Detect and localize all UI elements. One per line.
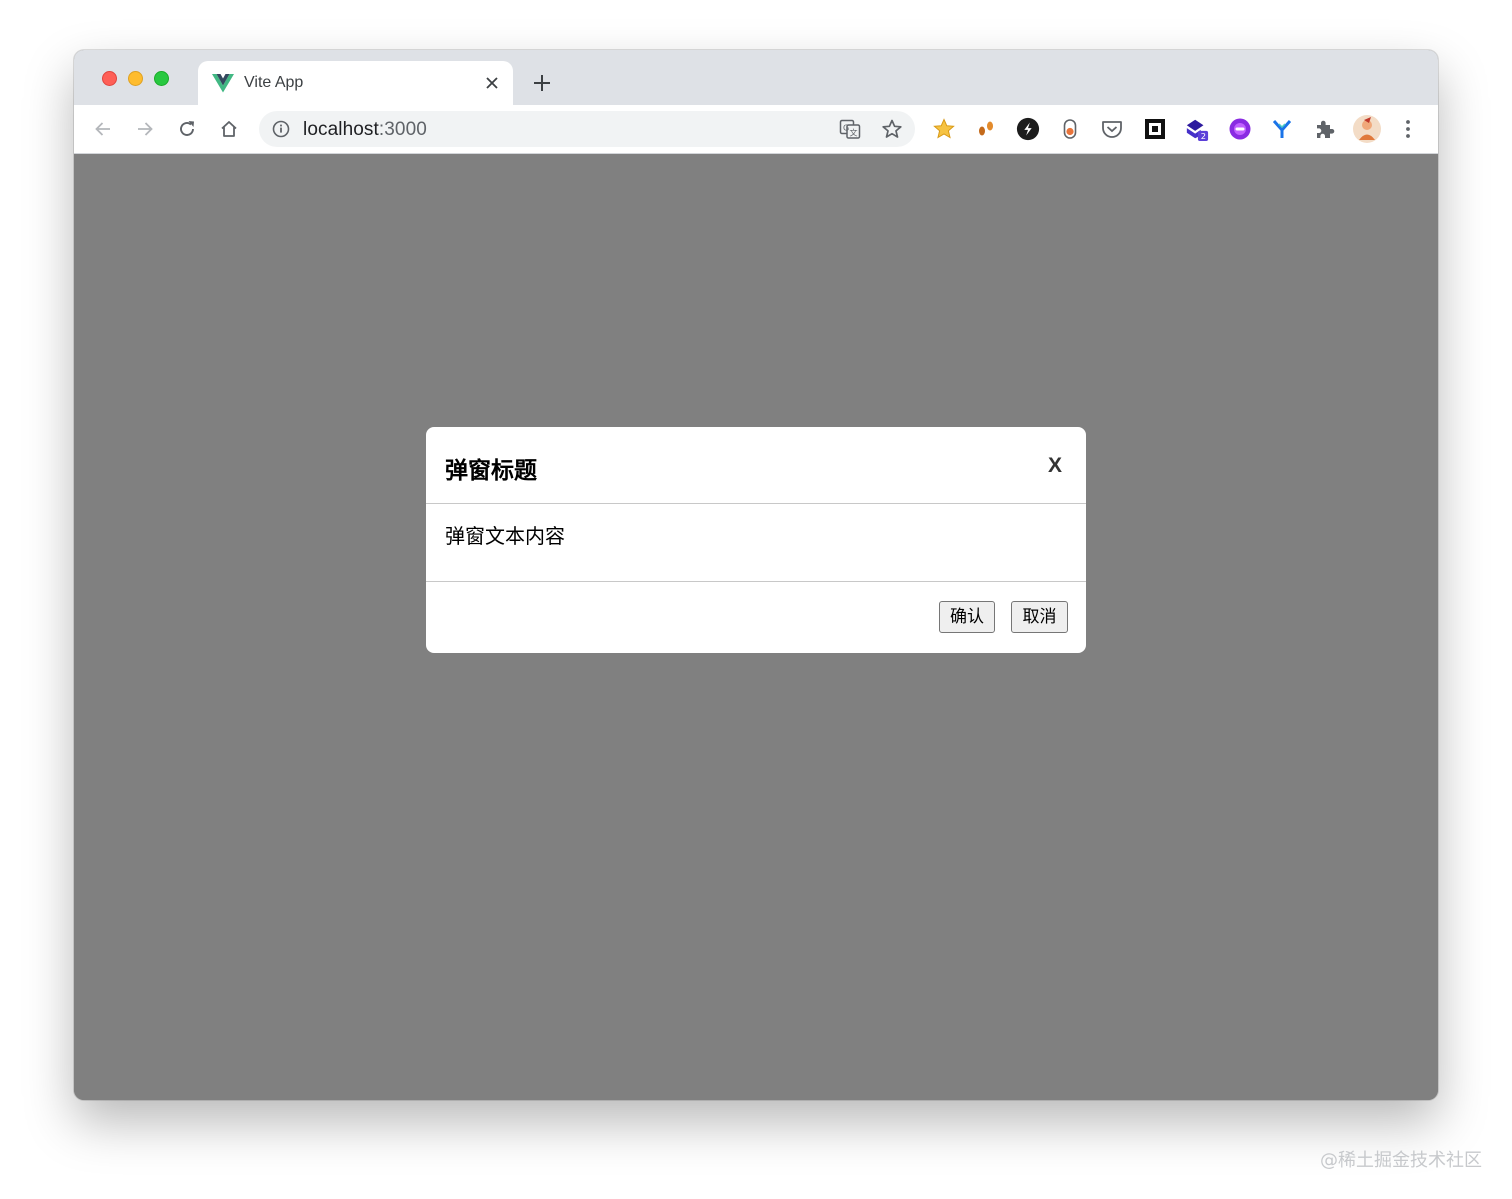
profile-avatar[interactable] [1352, 114, 1382, 144]
svg-text:G: G [843, 124, 849, 133]
tab-title: Vite App [244, 74, 304, 91]
dialog: 弹窗标题 X 弹窗文本内容 确认 取消 [426, 427, 1086, 653]
site-info-icon[interactable] [272, 120, 290, 138]
browser-toolbar: localhost:3000 G文 2 [74, 105, 1438, 154]
square-extension-icon[interactable] [1143, 117, 1167, 141]
page-overlay: 弹窗标题 X 弹窗文本内容 确认 取消 [74, 154, 1438, 1100]
back-icon[interactable] [90, 116, 116, 142]
tab-close-icon[interactable] [481, 72, 503, 94]
stack-extension-icon[interactable]: 2 [1185, 117, 1209, 141]
home-icon[interactable] [216, 116, 242, 142]
dialog-footer: 确认 取消 [426, 582, 1086, 653]
url-text: localhost:3000 [303, 119, 427, 141]
url-port: :3000 [378, 119, 427, 140]
bookmark-star-icon[interactable] [881, 118, 903, 140]
browser-window: Vite App localhost:3000 G文 2 弹窗标题 X 弹窗文本… [74, 50, 1438, 1100]
browser-menu-icon[interactable] [1396, 117, 1420, 141]
dialog-body: 弹窗文本内容 [426, 504, 1086, 582]
address-bar[interactable]: localhost:3000 G文 [259, 111, 915, 147]
confirm-button[interactable]: 确认 [939, 601, 995, 633]
reload-icon[interactable] [174, 116, 200, 142]
purple-circle-extension-icon[interactable] [1228, 117, 1252, 141]
maximize-window-button[interactable] [154, 71, 169, 86]
dialog-title: 弹窗标题 [445, 458, 537, 484]
new-tab-icon[interactable] [530, 71, 554, 95]
url-host: localhost [303, 119, 379, 140]
watermark: @稀土掘金技术社区 [1320, 1150, 1482, 1171]
dialog-close-button[interactable]: X [1048, 454, 1062, 478]
puzzle-icon[interactable] [1312, 117, 1336, 141]
dialog-header: 弹窗标题 X [426, 427, 1086, 504]
extension-badge: 2 [1201, 131, 1206, 141]
translate-icon[interactable]: G文 [839, 118, 861, 140]
footprints-extension-icon[interactable] [974, 117, 998, 141]
pocket-icon[interactable] [1100, 117, 1124, 141]
tab-strip: Vite App [74, 50, 1438, 105]
vue-logo-icon [212, 73, 234, 93]
y-extension-icon[interactable] [1270, 117, 1294, 141]
forward-icon[interactable] [132, 116, 158, 142]
pill-extension-icon[interactable] [1058, 117, 1082, 141]
svg-text:文: 文 [850, 128, 858, 138]
close-window-button[interactable] [102, 71, 117, 86]
star-extension-icon[interactable] [932, 117, 956, 141]
dialog-body-text: 弹窗文本内容 [445, 524, 565, 548]
dark-circle-extension-icon[interactable] [1016, 117, 1040, 141]
minimize-window-button[interactable] [128, 71, 143, 86]
cancel-button[interactable]: 取消 [1011, 601, 1068, 633]
tab-vite-app[interactable]: Vite App [198, 61, 513, 105]
